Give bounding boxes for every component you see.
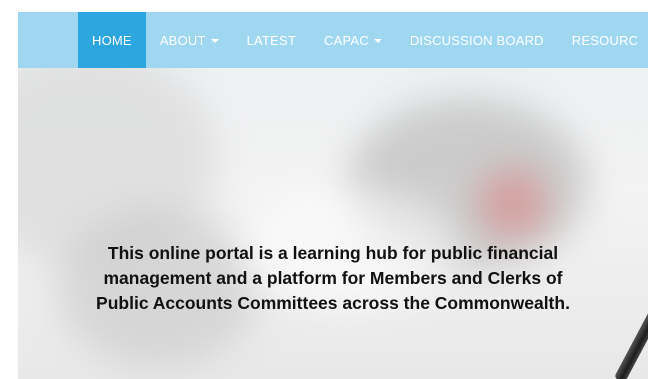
left-margin	[0, 0, 18, 379]
nav-item-capac[interactable]: CAPAC	[310, 12, 396, 68]
hero-tagline-line: management and a platform for Members an…	[103, 268, 563, 288]
nav-list: HOME ABOUT LATEST CAPAC DISCUSSION BOARD…	[78, 12, 648, 68]
nav-item-discussion-board[interactable]: DISCUSSION BOARD	[396, 12, 558, 68]
caret-down-icon	[373, 38, 382, 43]
nav-item-label: CAPAC	[323, 32, 369, 48]
nav-item-label: RESOURC	[571, 32, 639, 48]
nav-item-label: DISCUSSION BOARD	[409, 32, 544, 48]
pen-image	[613, 306, 648, 379]
hero-tagline: This online portal is a learning hub for…	[18, 241, 648, 316]
main-navbar: HOME ABOUT LATEST CAPAC DISCUSSION BOARD…	[18, 12, 648, 68]
nav-item-about[interactable]: ABOUT	[146, 12, 233, 68]
nav-item-home[interactable]: HOME	[78, 12, 146, 68]
hero-background-blur	[478, 168, 548, 238]
page: HOME ABOUT LATEST CAPAC DISCUSSION BOARD…	[0, 0, 648, 379]
nav-item-label: ABOUT	[159, 32, 206, 48]
nav-item-latest[interactable]: LATEST	[233, 12, 310, 68]
caret-down-icon	[210, 38, 219, 43]
nav-item-label: HOME	[92, 32, 132, 48]
hero-tagline-line: This online portal is a learning hub for…	[107, 243, 559, 263]
nav-item-label: LATEST	[246, 32, 296, 48]
hero-tagline-line: Public Accounts Committees across the Co…	[96, 293, 570, 313]
nav-item-resources[interactable]: RESOURC	[558, 12, 648, 68]
hero-banner: This online portal is a learning hub for…	[18, 68, 648, 379]
